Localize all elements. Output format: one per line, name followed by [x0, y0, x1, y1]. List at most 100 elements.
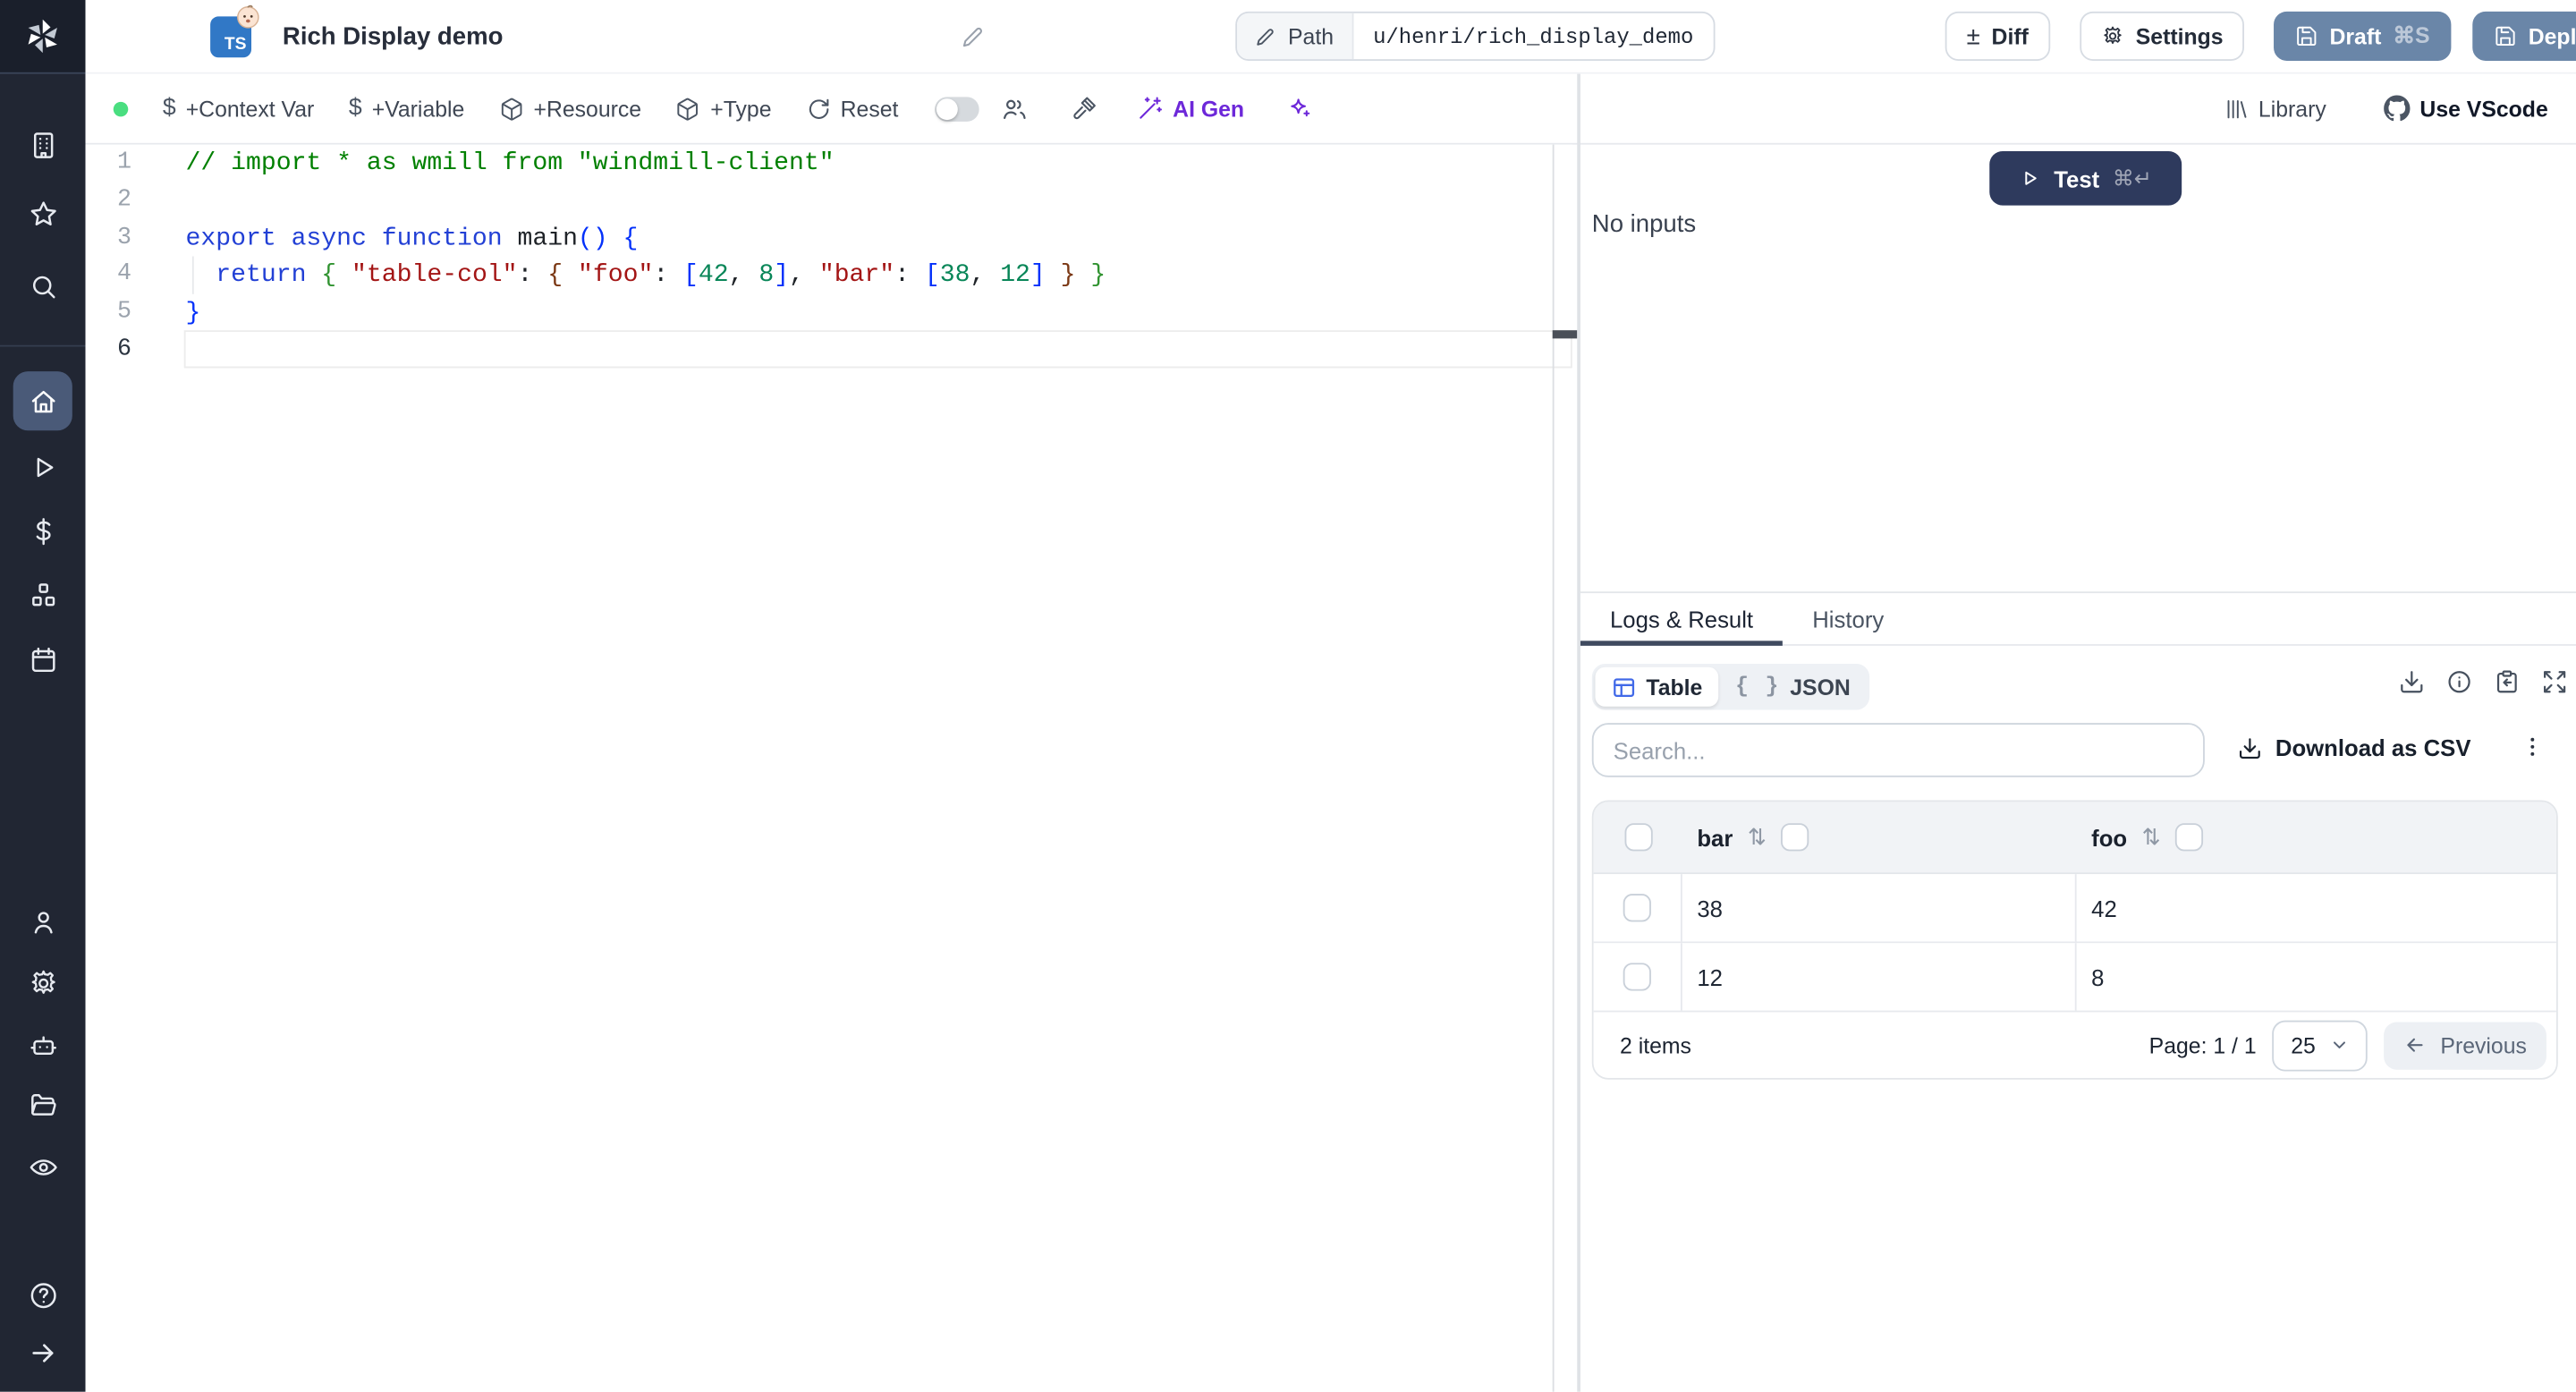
sidebar-item-home[interactable]	[13, 371, 72, 431]
code-line[interactable]: 4 return { "table-col": { "foo": [42, 8]…	[86, 256, 1572, 294]
path-button[interactable]: Path u/henri/rich_display_demo	[1235, 11, 1716, 61]
multiplayer-users-icon[interactable]	[1000, 95, 1028, 123]
page-indicator: Page: 1 / 1	[2148, 1032, 2257, 1057]
github-icon	[2384, 95, 2411, 122]
ai-gen-button[interactable]: AI Gen	[1137, 96, 1244, 122]
result-tabs: Logs & Result History	[1580, 591, 2576, 646]
diff-mode-toggle[interactable]	[934, 96, 979, 121]
help-icon	[27, 1280, 58, 1311]
toggle-knob	[936, 98, 958, 120]
chevron-down-icon	[2330, 1035, 2350, 1055]
person-icon	[27, 907, 58, 938]
settings-button[interactable]: Settings	[2080, 11, 2245, 61]
view-json-button[interactable]: { } JSON	[1719, 675, 1867, 700]
topbar: TS Rich Display demo Path u/henri/rich_d…	[85, 0, 2576, 74]
windmill-script-editor: TS Rich Display demo Path u/henri/rich_d…	[0, 0, 2576, 1392]
panel-divider[interactable]	[1577, 73, 1580, 1392]
deploy-button[interactable]: Deploy	[2472, 11, 2576, 61]
sidebar-item-expand[interactable]	[0, 1337, 86, 1369]
view-json-label: JSON	[1790, 674, 1851, 700]
sidebar-item-folders[interactable]	[0, 1090, 86, 1121]
sidebar-item-workspace[interactable]	[0, 130, 86, 161]
search-icon	[27, 271, 58, 302]
gear-icon	[2101, 25, 2124, 48]
sidebar-item-users[interactable]	[0, 907, 86, 938]
gear-icon	[27, 968, 58, 999]
arrow-left-icon	[2404, 1033, 2428, 1057]
view-table-button[interactable]: Table	[1595, 666, 1719, 707]
draft-label: Draft	[2329, 23, 2382, 49]
line-number: 2	[116, 187, 131, 214]
download-icon	[2238, 735, 2263, 760]
use-vscode-button[interactable]: Use VScode	[2384, 95, 2548, 122]
column-checkbox-bar[interactable]	[1781, 823, 1809, 852]
sort-icon[interactable]: ⇅	[1748, 826, 1767, 848]
building-icon	[27, 130, 58, 161]
table-body: 38 42 12 8	[1593, 874, 2556, 1013]
tab-logs-and-result[interactable]: Logs & Result	[1580, 593, 1784, 646]
page-size-select[interactable]: 25	[2273, 1019, 2368, 1071]
sort-icon[interactable]: ⇅	[2142, 826, 2161, 848]
add-variable-button[interactable]: $ +Variable	[349, 96, 464, 121]
cell-bar: 12	[1682, 943, 2077, 1011]
robot-icon	[27, 1031, 58, 1062]
sidebar-item-search[interactable]	[0, 271, 86, 302]
column-header-bar[interactable]: bar	[1697, 824, 1733, 850]
sidebar-item-workers[interactable]	[0, 1031, 86, 1062]
draft-shortcut: ⌘S	[2393, 22, 2430, 48]
sidebar-item-settings[interactable]	[0, 968, 86, 999]
code-line[interactable]: 3 export async function main() {	[86, 219, 1572, 257]
line-number: 6	[116, 336, 131, 363]
info-icon[interactable]	[2446, 669, 2472, 695]
ai-gen-label: AI Gen	[1173, 96, 1245, 121]
column-header-foo[interactable]: foo	[2091, 824, 2127, 850]
sidebar-item-help[interactable]	[0, 1280, 86, 1311]
add-context-var-button[interactable]: $ +Context Var	[163, 96, 314, 121]
code-editor[interactable]: 1 // import * as wmill from "windmill-cli…	[85, 144, 1572, 369]
magic-wand-icon	[1137, 96, 1163, 122]
copy-to-clipboard-icon[interactable]	[2494, 669, 2520, 695]
expand-icon[interactable]	[2541, 669, 2567, 695]
format-brush-icon[interactable]	[1071, 96, 1097, 122]
sidebar-item-audit-logs[interactable]	[0, 1152, 86, 1184]
sidebar-item-variables[interactable]	[0, 516, 86, 547]
eye-icon	[27, 1152, 58, 1184]
test-shortcut: ⌘↵	[2112, 165, 2152, 191]
sidebar-item-favorites[interactable]	[0, 199, 86, 230]
dollar-icon: $	[348, 95, 362, 122]
line-number: 4	[116, 261, 131, 289]
row-checkbox[interactable]	[1623, 894, 1651, 922]
download-icon[interactable]	[2399, 669, 2425, 695]
tab-history[interactable]: History	[1783, 593, 1913, 644]
reset-button[interactable]: Reset	[806, 96, 898, 121]
code-line[interactable]: 1 // import * as wmill from "windmill-cli…	[86, 145, 1572, 182]
sidebar-item-logo[interactable]	[0, 0, 86, 74]
sidebar-item-resources[interactable]	[0, 580, 86, 611]
previous-page-button[interactable]: Previous	[2384, 1021, 2546, 1069]
add-resource-label: +Resource	[533, 96, 642, 121]
edit-title-pencil-icon[interactable]	[961, 25, 986, 50]
add-resource-button[interactable]: +Resource	[499, 96, 641, 121]
code-line[interactable]: 2	[86, 182, 1572, 219]
view-table-label: Table	[1646, 674, 1703, 700]
table-menu-kebab-icon[interactable]	[2521, 734, 2546, 760]
sparkles-icon[interactable]	[1287, 96, 1313, 122]
add-type-button[interactable]: +Type	[676, 96, 771, 121]
library-button[interactable]: Library	[2224, 96, 2326, 121]
tab-label: History	[1812, 605, 1885, 632]
search-input[interactable]	[1591, 723, 2205, 777]
diff-button[interactable]: ± Diff	[1945, 11, 2050, 61]
result-table: bar ⇅ foo ⇅ 38 42 12 8 2 items Page: 1 / 1 …	[1591, 800, 2558, 1080]
row-checkbox[interactable]	[1623, 963, 1651, 991]
sidebar-item-runs[interactable]	[0, 452, 86, 483]
code-line[interactable]: 6	[86, 330, 1572, 369]
diff-label: Diff	[1991, 23, 2029, 49]
code-line[interactable]: 5}	[86, 293, 1572, 331]
draft-button[interactable]: Draft ⌘S	[2274, 11, 2452, 61]
sidebar-item-schedules[interactable]	[0, 644, 86, 675]
column-checkbox-foo[interactable]	[2174, 823, 2204, 852]
select-all-checkbox[interactable]	[1623, 823, 1652, 852]
dollar-icon: $	[162, 95, 176, 122]
download-csv-button[interactable]: Download as CSV	[2238, 734, 2470, 760]
test-button[interactable]: Test ⌘↵	[1989, 150, 2182, 206]
